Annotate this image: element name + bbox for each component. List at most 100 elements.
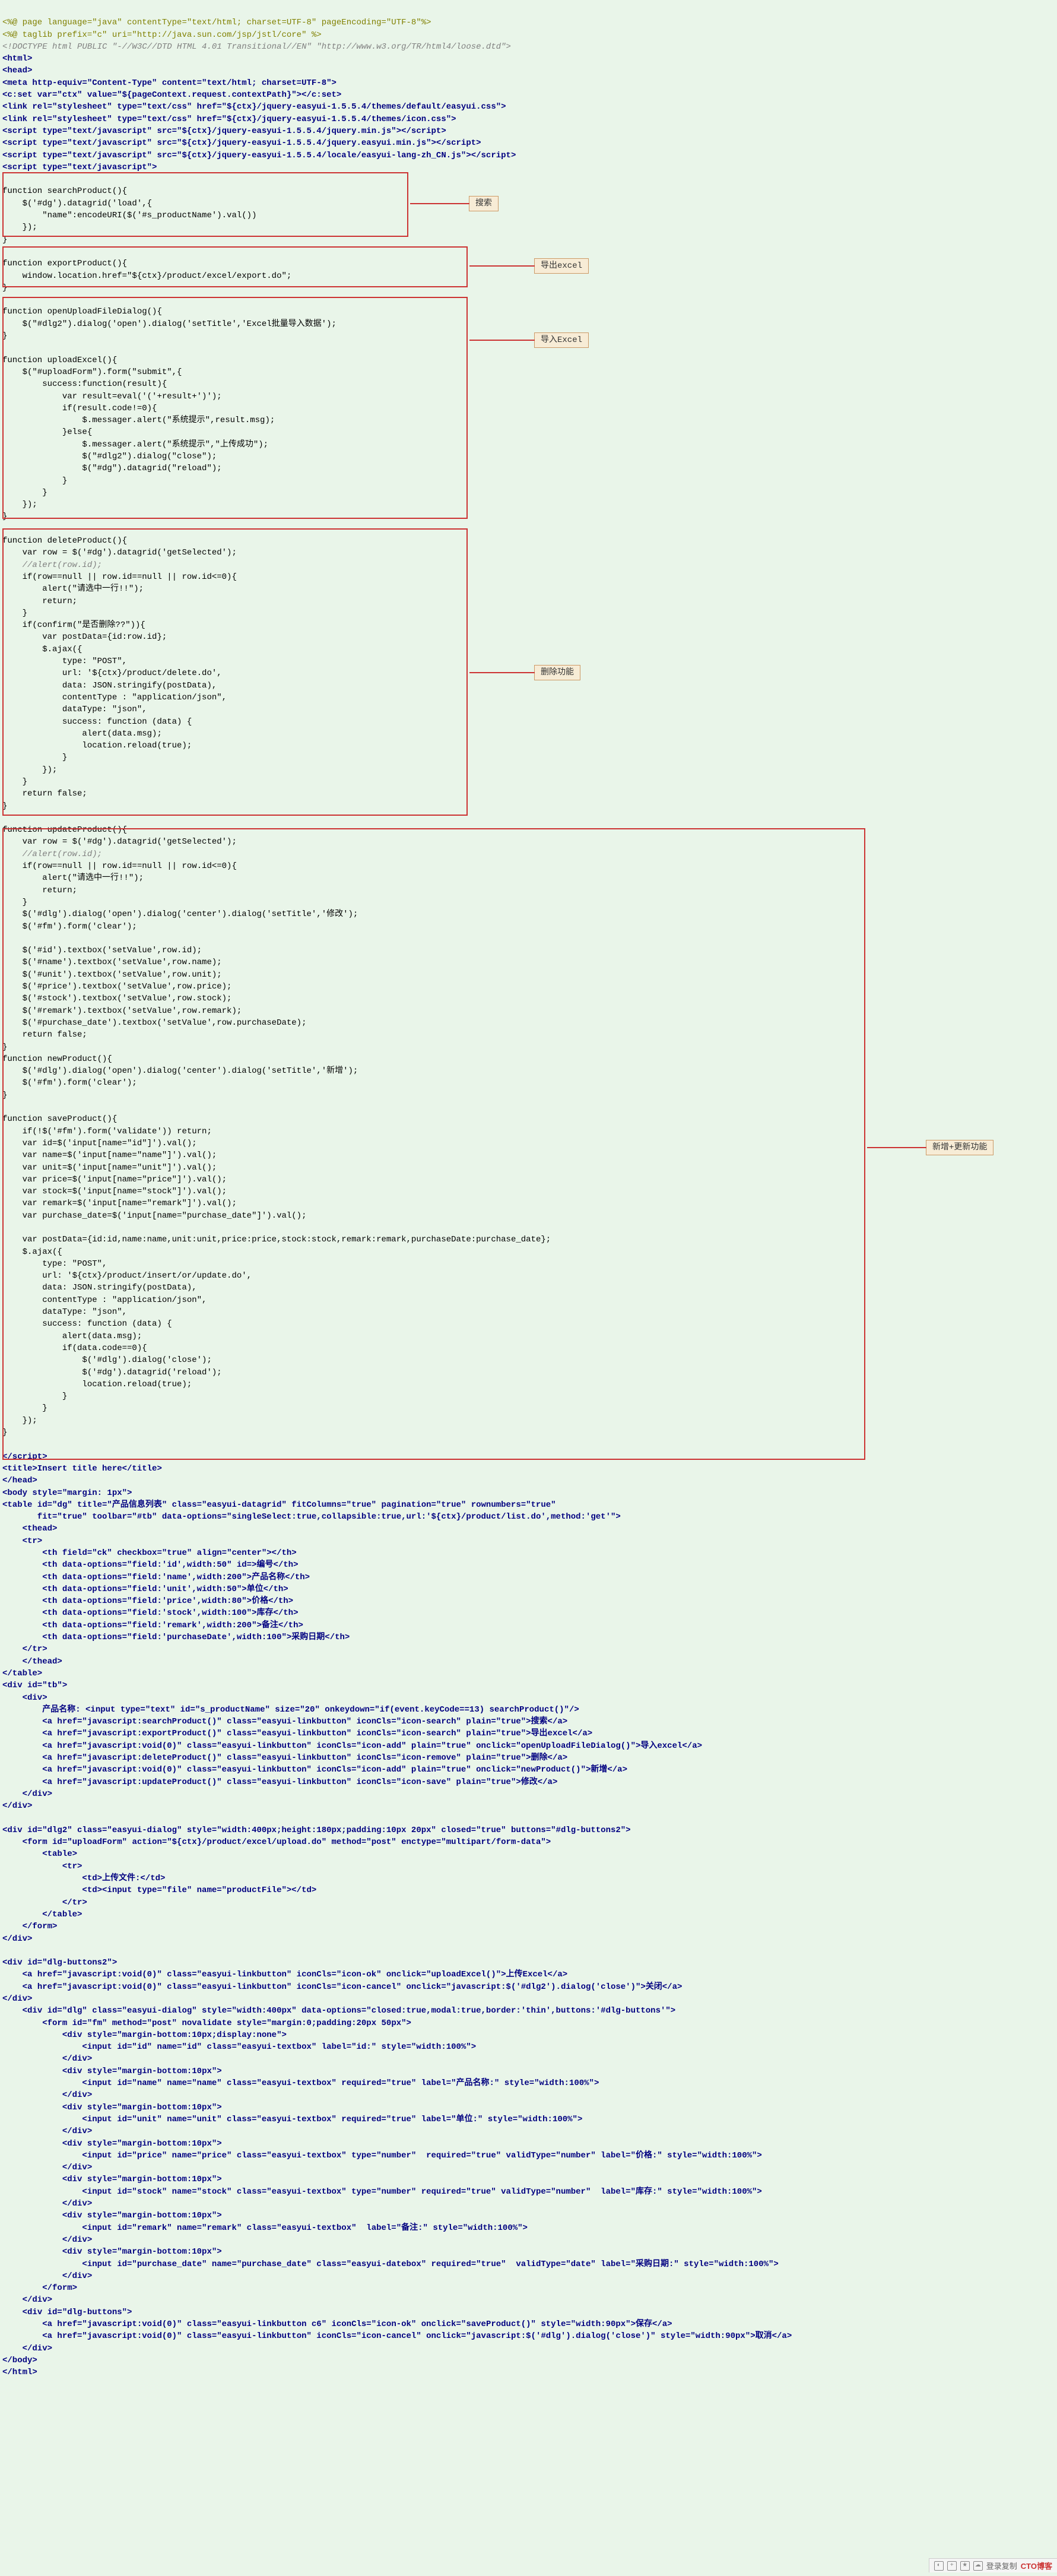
export-fn-l1: function exportProduct(){ bbox=[2, 259, 127, 268]
dlg-f4: <div style="margin-bottom:10px"> bbox=[2, 2139, 222, 2149]
save-l6: var price=$('input[name="price"]').val()… bbox=[2, 1175, 227, 1184]
dlg-form-close: </form> bbox=[2, 2283, 77, 2293]
dlg-form: <form id="fm" method="post" novalidate s… bbox=[2, 2019, 411, 2028]
tb-close: </div> bbox=[2, 1801, 32, 1811]
save-l13: type: "POST", bbox=[2, 1259, 107, 1269]
tb-a5: <a href="javascript:void(0)" class="easy… bbox=[2, 1765, 627, 1775]
search-fn-l1: function searchProduct(){ bbox=[2, 186, 127, 196]
update-l4: if(row==null || row.id==null || row.id<=… bbox=[2, 861, 237, 871]
uploadexcel-l11: } bbox=[2, 476, 67, 486]
body-open: <body style="margin: 1px"> bbox=[2, 1488, 132, 1498]
search-fn-l3: "name":encodeURI($('#s_productName').val… bbox=[2, 211, 256, 220]
openupload-l3: } bbox=[2, 331, 7, 341]
delete-l7: } bbox=[2, 609, 27, 618]
script-jquery: <script type="text/javascript" src="${ct… bbox=[2, 126, 446, 136]
save-l2: if(!$('#fm').form('validate')) return; bbox=[2, 1127, 212, 1136]
save-l16: contentType : "application/json", bbox=[2, 1295, 207, 1305]
dlg-f5-input: <input id="stock" name="stock" class="ea… bbox=[2, 2187, 762, 2197]
dlg2-table-close: </table> bbox=[2, 1910, 82, 1919]
doctype: <!DOCTYPE html PUBLIC "-//W3C//DTD HTML … bbox=[2, 42, 511, 52]
tb-open: <div id="tb"> bbox=[2, 1681, 67, 1690]
dlg2-tr-close: </tr> bbox=[2, 1898, 87, 1908]
dlg-f6: <div style="margin-bottom:10px"> bbox=[2, 2211, 222, 2220]
update-l2: var row = $('#dg').datagrid('getSelected… bbox=[2, 837, 237, 847]
th-id: <th data-options="field:'id',width:50" i… bbox=[2, 1560, 298, 1570]
update-l5: alert("请选中一行!!"); bbox=[2, 873, 144, 883]
tr-close: </tr> bbox=[2, 1645, 47, 1654]
table-open-2: fit="true" toolbar="#tb" data-options="s… bbox=[2, 1512, 621, 1522]
tb-inner: <div> bbox=[2, 1693, 47, 1703]
save-l23: location.reload(true); bbox=[2, 1380, 192, 1389]
head-open: <head> bbox=[2, 66, 32, 75]
uploadexcel-l5: if(result.code!=0){ bbox=[2, 404, 157, 413]
star-icon: ★ bbox=[960, 2561, 970, 2571]
save-l25: } bbox=[2, 1403, 47, 1413]
link-easyui-css: <link rel="stylesheet" type="text/css" h… bbox=[2, 102, 506, 112]
th-name: <th data-options="field:'name',width:200… bbox=[2, 1573, 310, 1582]
delete-l1: function deleteProduct(){ bbox=[2, 536, 127, 546]
dlg-f3-close: </div> bbox=[2, 2127, 92, 2136]
tb-a6: <a href="javascript:updateProduct()" cla… bbox=[2, 1777, 557, 1787]
script-close: </script> bbox=[2, 1452, 47, 1462]
thead-close: </thead> bbox=[2, 1657, 62, 1666]
tb-a2: <a href="javascript:exportProduct()" cla… bbox=[2, 1729, 592, 1738]
th-ck: <th field="ck" checkbox="true" align="ce… bbox=[2, 1548, 297, 1558]
update-l18: return false; bbox=[2, 1030, 87, 1040]
uploadexcel-l1: function uploadExcel(){ bbox=[2, 356, 117, 365]
delete-l4: if(row==null || row.id==null || row.id<=… bbox=[2, 572, 237, 582]
delete-l15: dataType: "json", bbox=[2, 705, 147, 714]
th-price: <th data-options="field:'price',width:80… bbox=[2, 1596, 293, 1606]
update-l12: $('#name').textbox('setValue',row.name); bbox=[2, 958, 222, 967]
delete-l3: //alert(row.id); bbox=[2, 560, 102, 570]
th-date: <th data-options="field:'purchaseDate',w… bbox=[2, 1633, 350, 1642]
head-close: </head> bbox=[2, 1476, 37, 1485]
th-unit: <th data-options="field:'unit',width:50"… bbox=[2, 1585, 288, 1594]
uploadexcel-l3: success:function(result){ bbox=[2, 379, 167, 389]
update-l19: } bbox=[2, 1043, 7, 1052]
save-l3: var id=$('input[name="id"]').val(); bbox=[2, 1139, 197, 1148]
jsp-taglib: <%@ taglib prefix="c" uri="http://java.s… bbox=[2, 30, 322, 40]
save-l17: dataType: "json", bbox=[2, 1307, 127, 1317]
tb-inner-close: </div> bbox=[2, 1789, 52, 1799]
uploadexcel-l6: $.messager.alert("系统提示",result.msg); bbox=[2, 416, 275, 425]
save-l14: url: '${ctx}/product/insert/or/update.do… bbox=[2, 1271, 252, 1281]
thead-open: <thead> bbox=[2, 1524, 57, 1533]
delete-l8: if(confirm("是否删除??")){ bbox=[2, 620, 145, 630]
delete-l17: alert(data.msg); bbox=[2, 729, 162, 739]
dlg-f6-close: </div> bbox=[2, 2235, 92, 2245]
uploadexcel-l2: $("#uploadForm").form("submit",{ bbox=[2, 367, 182, 377]
update-l14: $('#price').textbox('setValue',row.price… bbox=[2, 982, 231, 991]
tb-a4: <a href="javascript:deleteProduct()" cla… bbox=[2, 1753, 567, 1763]
code-viewer: <%@ page language="java" contentType="te… bbox=[0, 0, 1057, 2576]
delete-l11: type: "POST", bbox=[2, 657, 127, 666]
delete-l19: } bbox=[2, 753, 67, 762]
tb-a1: <a href="javascript:searchProduct()" cla… bbox=[2, 1717, 567, 1726]
dlgb-a1: <a href="javascript:void(0)" class="easy… bbox=[2, 2320, 672, 2329]
new-l2: $('#dlg').dialog('open').dialog('center'… bbox=[2, 1066, 358, 1076]
delete-l5: alert("请选中一行!!"); bbox=[2, 584, 144, 594]
save-l19: alert(data.msg); bbox=[2, 1332, 142, 1341]
uploadexcel-l7: }else{ bbox=[2, 427, 92, 437]
export-fn-l3: } bbox=[2, 283, 7, 293]
dlg2-table: <table> bbox=[2, 1849, 77, 1859]
dlgb-open: <div id="dlg-buttons"> bbox=[2, 2308, 132, 2317]
dlg-f2-close: </div> bbox=[2, 2090, 92, 2100]
dlgb2-a2: <a href="javascript:void(0)" class="easy… bbox=[2, 1982, 682, 1992]
update-l13: $('#unit').textbox('setValue',row.unit); bbox=[2, 970, 222, 980]
openupload-l1: function openUploadFileDialog(){ bbox=[2, 307, 162, 316]
save-l11: var postData={id:id,name:name,unit:unit,… bbox=[2, 1235, 551, 1244]
delete-l21: } bbox=[2, 777, 27, 787]
dlg-open: <div id="dlg" class="easyui-dialog" styl… bbox=[2, 2006, 675, 2016]
dlgb2-open: <div id="dlg-buttons2"> bbox=[2, 1958, 117, 1967]
search-fn-l4: }); bbox=[2, 223, 37, 232]
dlg2-open: <div id="dlg2" class="easyui-dialog" sty… bbox=[2, 1826, 631, 1835]
delete-l13: data: JSON.stringify(postData), bbox=[2, 681, 217, 690]
callout-delete: 删除功能 bbox=[534, 665, 580, 680]
table-open: <table id="dg" title="产品信息列表" class="eas… bbox=[2, 1500, 556, 1510]
update-l11: $('#id').textbox('setValue',row.id); bbox=[2, 946, 202, 955]
dlg-f1-input: <input id="id" name="id" class="easyui-t… bbox=[2, 2042, 476, 2052]
watermark-brand: CTO博客 bbox=[1021, 2560, 1052, 2571]
link-icon-css: <link rel="stylesheet" type="text/css" h… bbox=[2, 115, 456, 124]
th-remark: <th data-options="field:'remark',width:2… bbox=[2, 1621, 303, 1630]
dlg-f3: <div style="margin-bottom:10px"> bbox=[2, 2103, 222, 2112]
